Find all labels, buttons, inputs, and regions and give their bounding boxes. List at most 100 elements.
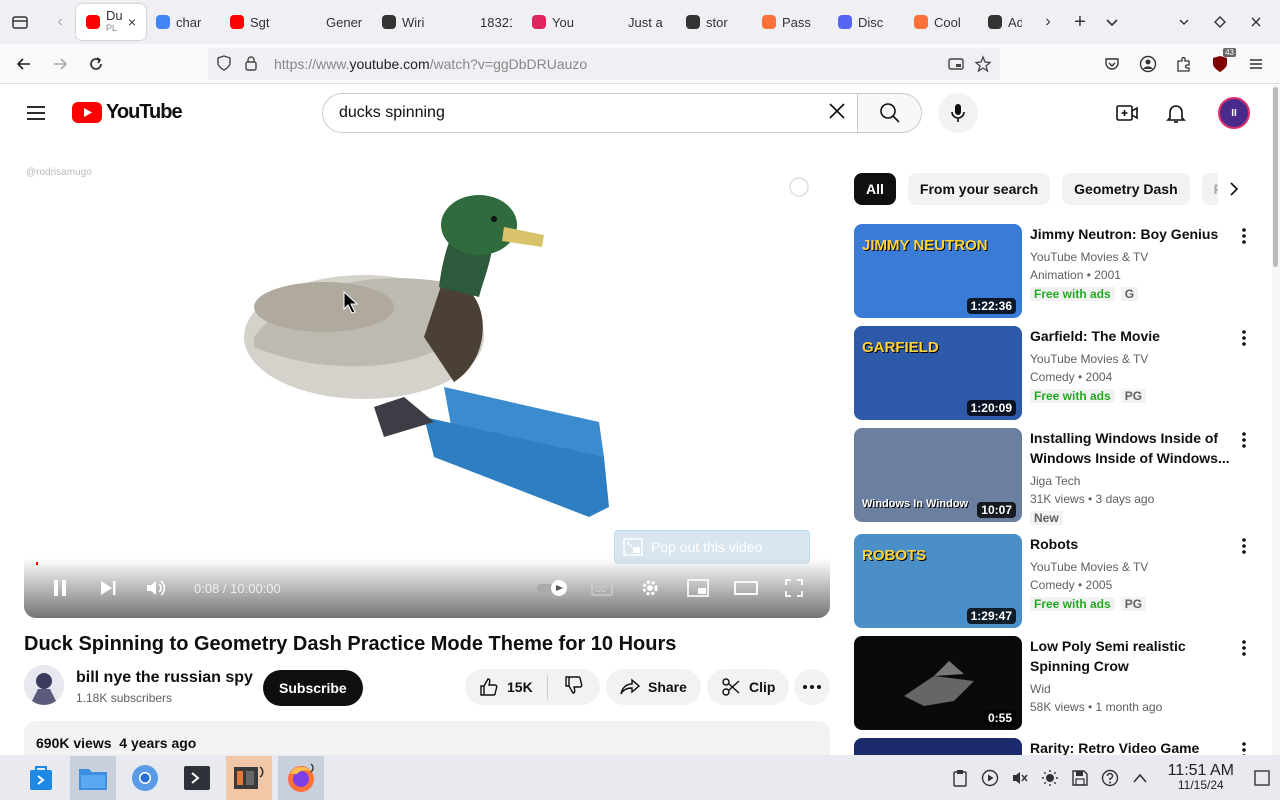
notifications-button[interactable]: [1164, 101, 1188, 130]
app-menu-button[interactable]: [1240, 48, 1272, 80]
share-button[interactable]: Share: [606, 669, 701, 705]
video-channel[interactable]: YouTube Movies & TV: [1030, 248, 1230, 266]
shield-icon[interactable]: [216, 54, 232, 74]
list-all-tabs-button[interactable]: [1096, 6, 1128, 38]
channel-name[interactable]: bill nye the russian spy: [76, 669, 253, 687]
clear-search-button[interactable]: [827, 101, 847, 126]
chips-next-button[interactable]: [1218, 173, 1250, 205]
more-vertical-icon[interactable]: [1232, 742, 1256, 755]
browser-tab[interactable]: Just a m: [596, 4, 676, 40]
mute-button[interactable]: [132, 564, 180, 612]
browser-tab[interactable]: Sgt: [220, 4, 294, 40]
chip-geometry-dash[interactable]: Geometry Dash: [1062, 173, 1190, 205]
captions-button[interactable]: CC: [578, 564, 626, 612]
video-channel[interactable]: Wid: [1030, 680, 1230, 698]
youtube-logo[interactable]: YouTube: [72, 101, 183, 124]
settings-button[interactable]: [626, 564, 674, 612]
browser-tab[interactable]: Wiri: [372, 4, 448, 40]
forward-button[interactable]: [44, 48, 76, 80]
like-button[interactable]: 15K: [465, 675, 548, 699]
video-title[interactable]: Jimmy Neutron: Boy Genius: [1030, 224, 1230, 244]
recommendation-item[interactable]: ROBOTS 1:29:47 Robots YouTube Movies & TV Co…: [854, 534, 1256, 628]
file-manager-button[interactable]: [70, 755, 116, 800]
theater-mode-button[interactable]: [722, 564, 770, 612]
browser-tab[interactable]: Du PL ×: [76, 4, 146, 40]
volume-muted-icon[interactable]: [1010, 768, 1030, 788]
close-window-button[interactable]: [1240, 6, 1272, 38]
more-vertical-icon[interactable]: [1232, 228, 1256, 249]
pocket-button[interactable]: [1096, 48, 1128, 80]
search-button[interactable]: [858, 93, 922, 133]
more-vertical-icon[interactable]: [1232, 538, 1256, 559]
brightness-icon[interactable]: [1040, 768, 1060, 788]
video-thumbnail[interactable]: [854, 738, 1022, 755]
video-thumbnail[interactable]: GARFIELD 1:20:09: [854, 326, 1022, 420]
avatar[interactable]: II: [1218, 97, 1250, 129]
tab-scroll-right-button[interactable]: ›: [1032, 6, 1064, 38]
channel-avatar[interactable]: [24, 665, 64, 705]
browser-tab[interactable]: Add: [978, 4, 1032, 40]
save-icon[interactable]: [1070, 768, 1090, 788]
description-box[interactable]: 690K views 4 years ago: [24, 721, 830, 755]
start-menu-button[interactable]: [18, 756, 64, 800]
media-app-button[interactable]: [226, 755, 272, 800]
browser-tab[interactable]: Pass: [752, 4, 828, 40]
video-title[interactable]: Low Poly Semi realistic Spinning Crow: [1030, 636, 1230, 676]
browser-tab[interactable]: You: [522, 4, 596, 40]
chip-from-your-search[interactable]: From your search: [907, 173, 1051, 205]
browser-tab[interactable]: Disc: [828, 4, 904, 40]
browser-tab[interactable]: char: [146, 4, 220, 40]
ublock-extension-button[interactable]: 43: [1204, 48, 1236, 80]
help-icon[interactable]: [1100, 768, 1120, 788]
next-button[interactable]: [84, 564, 132, 612]
page-scrollbar[interactable]: [1272, 85, 1280, 755]
autoplay-toggle[interactable]: [530, 564, 578, 612]
picture-in-picture-icon[interactable]: [948, 56, 964, 75]
recommendation-item[interactable]: Rarity: Retro Video Game: [854, 738, 1256, 755]
reload-button[interactable]: [80, 48, 112, 80]
video-channel[interactable]: YouTube Movies & TV: [1030, 350, 1230, 368]
recommendation-item[interactable]: Windows In Window 10:07 Installing Windows…: [854, 428, 1256, 525]
terminal-button[interactable]: [174, 756, 220, 800]
minimize-button[interactable]: [1168, 6, 1200, 38]
close-tab-icon[interactable]: ×: [128, 14, 136, 30]
clock[interactable]: 11:51 AM 11/15/24: [1168, 762, 1234, 792]
lock-icon[interactable]: [244, 55, 260, 74]
media-play-icon[interactable]: [980, 768, 1000, 788]
browser-tab[interactable]: Generat: [294, 4, 372, 40]
video-title[interactable]: Robots: [1030, 534, 1230, 554]
more-vertical-icon[interactable]: [1232, 640, 1256, 661]
recommendation-item[interactable]: JIMMY NEUTRON 1:22:36 Jimmy Neutron: Boy G…: [854, 224, 1256, 318]
bookmark-star-icon[interactable]: [974, 55, 992, 76]
subscribe-button[interactable]: Subscribe: [263, 670, 363, 706]
create-button[interactable]: [1115, 101, 1139, 130]
video-player[interactable]: @rodrisamugo Pop out this video 0:08 / 1…: [24, 157, 830, 618]
account-button[interactable]: [1132, 48, 1164, 80]
guide-menu-button[interactable]: [24, 101, 48, 125]
tab-overview-button[interactable]: [4, 6, 36, 38]
video-thumbnail[interactable]: ROBOTS 1:29:47: [854, 534, 1022, 628]
browser-tab[interactable]: Cool: [904, 4, 978, 40]
chevron-up-icon[interactable]: [1130, 768, 1150, 788]
new-tab-button[interactable]: +: [1064, 6, 1096, 38]
chip-all[interactable]: All: [854, 173, 896, 205]
more-actions-button[interactable]: [794, 669, 830, 705]
video-title[interactable]: Garfield: The Movie: [1030, 326, 1230, 346]
recommendation-item[interactable]: GARFIELD 1:20:09 Garfield: The Movie YouTub…: [854, 326, 1256, 420]
fullscreen-button[interactable]: [770, 564, 818, 612]
pause-button[interactable]: [36, 564, 84, 612]
maximize-button[interactable]: [1204, 6, 1236, 38]
extensions-button[interactable]: [1168, 48, 1200, 80]
back-button[interactable]: [8, 48, 40, 80]
tab-scroll-left-button[interactable]: ‹: [44, 6, 76, 38]
chromium-button[interactable]: [122, 756, 168, 800]
firefox-button[interactable]: [278, 755, 324, 800]
video-title[interactable]: Rarity: Retro Video Game: [1030, 738, 1230, 755]
scrollbar-thumb[interactable]: [1273, 87, 1278, 267]
clipboard-icon[interactable]: [950, 768, 970, 788]
miniplayer-button[interactable]: [674, 564, 722, 612]
recommendation-item[interactable]: 0:55 Low Poly Semi realistic Spinning Cro…: [854, 636, 1256, 730]
clip-button[interactable]: Clip: [707, 669, 790, 705]
video-thumbnail[interactable]: 0:55: [854, 636, 1022, 730]
more-vertical-icon[interactable]: [1232, 330, 1256, 351]
